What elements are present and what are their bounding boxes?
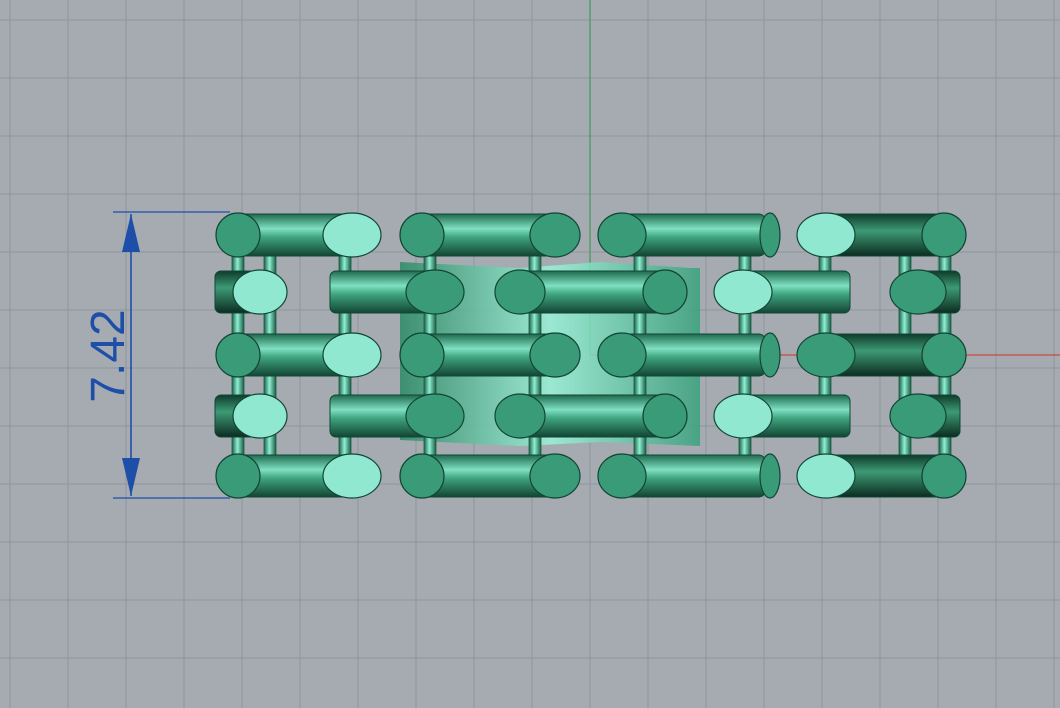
bar-end-cap — [405, 269, 465, 315]
bar-end-cap — [494, 393, 546, 439]
bar-end-cap — [713, 269, 773, 315]
dimension-arrow-bottom — [122, 458, 140, 496]
bar-end-cap — [232, 393, 288, 439]
bar-end-cap — [796, 212, 856, 258]
bar-end-cap — [399, 212, 445, 258]
bar-end-cap — [529, 453, 581, 499]
bar-end-cap — [399, 453, 445, 499]
bar-end-cap — [529, 332, 581, 378]
bar-end-cap — [921, 332, 967, 378]
bar-end-cap — [494, 269, 546, 315]
bar-end-cap — [642, 269, 688, 315]
bar-end-cap — [796, 453, 856, 499]
bar-end-cap — [889, 393, 947, 439]
bar-end-cap — [322, 453, 382, 499]
bar-end-cap — [322, 332, 382, 378]
bar-end-cap — [597, 212, 647, 258]
bar-end-cap — [921, 453, 967, 499]
bar-end-cap — [232, 269, 288, 315]
bar-end-cap — [759, 212, 781, 258]
bar-end-cap — [597, 453, 647, 499]
bar-end-cap — [597, 332, 647, 378]
bar-end-cap — [215, 332, 261, 378]
bar-end-cap — [322, 212, 382, 258]
bar-end-cap — [399, 332, 445, 378]
bar-end-cap — [215, 453, 261, 499]
bar-end-cap — [215, 212, 261, 258]
bar-end-cap — [759, 453, 781, 499]
bar-end-cap — [529, 212, 581, 258]
bar-end-cap — [642, 393, 688, 439]
dimension-value[interactable]: 7.42 — [82, 309, 135, 402]
bar-end-cap — [796, 332, 856, 378]
rhino-top-viewport[interactable]: 7.42 — [0, 0, 1060, 708]
bar-end-cap — [889, 269, 947, 315]
viewport-canvas[interactable]: 7.42 — [0, 0, 1060, 708]
bar-end-cap — [759, 332, 781, 378]
bar-end-cap — [713, 393, 773, 439]
bar-end-cap — [405, 393, 465, 439]
dimension-arrow-top — [122, 214, 140, 252]
height-dimension[interactable]: 7.42 — [82, 211, 230, 499]
bar-end-cap — [921, 212, 967, 258]
